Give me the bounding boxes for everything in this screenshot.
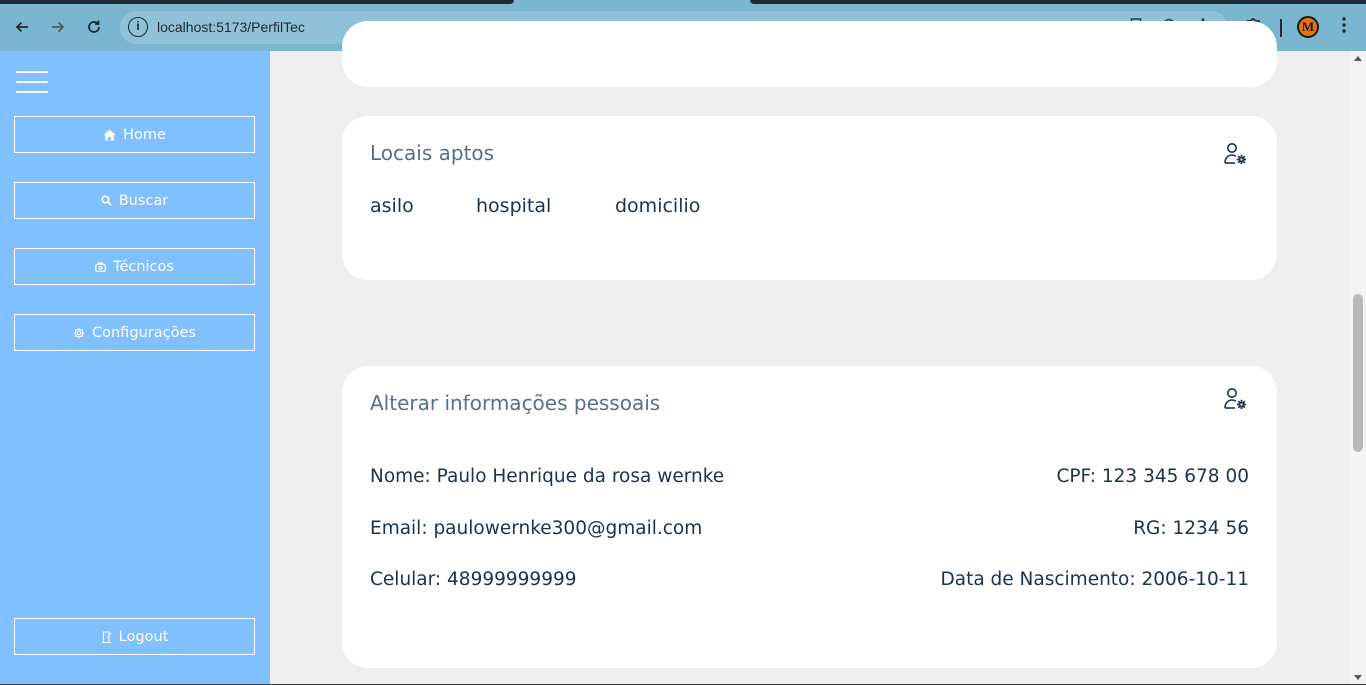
home-icon [103, 129, 116, 140]
toolbar-divider [1280, 19, 1282, 37]
sidebar-item-label: Técnicos [113, 258, 174, 275]
profile-avatar[interactable]: M [1297, 16, 1319, 38]
place-item: domicilio [615, 195, 701, 217]
door-icon [101, 630, 112, 643]
scroll-down-icon[interactable] [1354, 675, 1362, 680]
logout-label: Logout [118, 628, 169, 645]
scroll-thumb[interactable] [1353, 294, 1363, 452]
sidebar-item-label: Buscar [118, 192, 169, 209]
sidebar-item-label: Home [123, 126, 166, 143]
cpf-field: CPF: 123 345 678 00 [1056, 466, 1249, 487]
sidebar-item-configuracoes[interactable]: Configurações [14, 314, 255, 351]
previous-card [342, 21, 1277, 87]
main-content: Locais aptos asilo hospital domicilio Al… [299, 21, 1321, 685]
nome-field: Nome: Paulo Henrique da rosa wernke [370, 466, 725, 487]
tech-icon [95, 261, 106, 272]
sidebar-item-home[interactable]: Home [14, 116, 255, 153]
sidebar-item-label: Configurações [92, 324, 196, 341]
place-item: asilo [370, 195, 414, 217]
user-gear-icon[interactable] [1223, 386, 1249, 412]
sidebar-item-tecnicos[interactable]: Técnicos [14, 248, 255, 285]
arrow-right-icon [52, 21, 65, 33]
url-text[interactable]: localhost:5173/PerfilTec [157, 19, 305, 35]
nascimento-field: Data de Nascimento: 2006-10-11 [940, 569, 1249, 590]
rg-field: RG: 1234 56 [1133, 518, 1249, 539]
back-button[interactable] [8, 13, 36, 41]
user-gear-icon[interactable] [1223, 141, 1249, 167]
reload-icon [88, 20, 100, 33]
personal-info-card: Alterar informações pessoais Nome: Paulo… [342, 366, 1277, 668]
forward-button[interactable] [44, 13, 72, 41]
card-title: Locais aptos [370, 141, 495, 165]
kebab-menu-icon[interactable] [1332, 15, 1356, 39]
place-item: hospital [476, 195, 552, 217]
logout-button[interactable]: Logout [14, 618, 255, 655]
sidebar: Home Buscar Técnicos Configurações Logou… [0, 51, 270, 685]
reload-button[interactable] [80, 13, 108, 41]
card-title: Alterar informações pessoais [370, 391, 661, 415]
info-icon[interactable]: i [128, 17, 148, 37]
sidebar-item-buscar[interactable]: Buscar [14, 182, 255, 219]
search-icon [101, 195, 112, 206]
hamburger-icon[interactable] [16, 71, 48, 95]
arrow-left-icon [15, 21, 28, 33]
locais-aptos-card: Locais aptos asilo hospital domicilio [342, 116, 1277, 280]
scrollbar[interactable] [1350, 51, 1366, 685]
email-field: Email: paulowernke300@gmail.com [370, 518, 703, 539]
scroll-up-icon[interactable] [1354, 56, 1362, 61]
gear-icon [73, 327, 85, 338]
celular-field: Celular: 48999999999 [370, 569, 577, 590]
